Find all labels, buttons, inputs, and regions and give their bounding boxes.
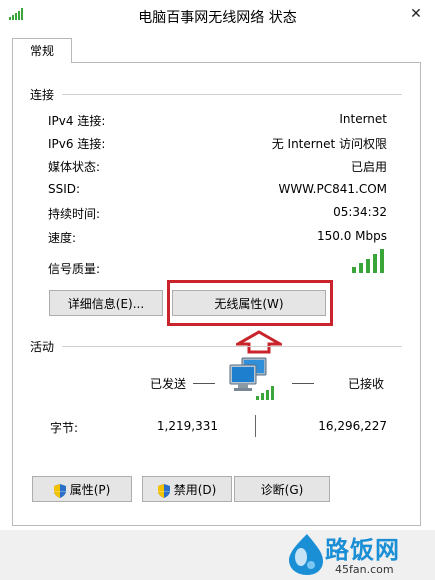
network-computers-icon [229, 357, 274, 400]
uac-shield-icon [157, 483, 170, 498]
window-title: 电脑百事网无线网络 状态 [138, 10, 297, 26]
media-state-label: 媒体状态: [48, 160, 101, 174]
properties-button[interactable]: 属性(P) [32, 476, 132, 502]
bytes-sent-value: 1,219,331 [156, 419, 218, 433]
ipv6-value: 无 Internet 访问权限 [271, 137, 387, 151]
bytes-divider [255, 415, 256, 437]
signal-quality-label: 信号质量: [48, 262, 101, 276]
received-line [292, 383, 314, 384]
watermark-domain: 45fan.com [335, 563, 394, 576]
title-bar: 电脑百事网无线网络 状态 ✕ [0, 0, 435, 32]
up-arrow-icon [236, 330, 282, 354]
watermark-brand: 路饭网 [325, 536, 400, 564]
connection-section-title: 连接 [30, 88, 55, 102]
sent-line [193, 383, 215, 384]
connection-divider [62, 94, 402, 95]
ssid-label: SSID: [48, 182, 81, 196]
details-button[interactable]: 详细信息(E)... [49, 290, 163, 316]
ipv4-label: IPv4 连接: [48, 114, 106, 128]
diagnose-button[interactable]: 诊断(G) [234, 476, 330, 502]
tab-general[interactable]: 常规 [12, 38, 72, 63]
site-watermark: 路饭网 45fan.com [285, 530, 433, 580]
bytes-received-value: 16,296,227 [318, 419, 387, 433]
speed-value: 150.0 Mbps [316, 229, 387, 243]
received-label: 已接收 [348, 377, 385, 391]
disable-button-label: 禁用(D) [173, 483, 217, 497]
duration-value: 05:34:32 [333, 205, 387, 219]
signal-strength-icon [352, 249, 384, 273]
speed-label: 速度: [48, 231, 77, 245]
highlight-box [167, 280, 333, 326]
droplet-logo-icon [289, 534, 323, 575]
ipv6-label: IPv6 连接: [48, 137, 106, 151]
activity-section-title: 活动 [30, 340, 55, 354]
ipv4-value: Internet [339, 112, 387, 126]
disable-button[interactable]: 禁用(D) [142, 476, 232, 502]
close-button[interactable]: ✕ [405, 3, 427, 25]
sent-label: 已发送 [150, 377, 187, 391]
activity-divider [62, 346, 402, 347]
bytes-label: 字节: [50, 421, 79, 435]
properties-button-label: 属性(P) [69, 483, 111, 497]
ssid-value: WWW.PC841.COM [278, 182, 387, 196]
uac-shield-icon [53, 483, 66, 498]
media-state-value: 已启用 [350, 160, 387, 174]
duration-label: 持续时间: [48, 207, 101, 221]
